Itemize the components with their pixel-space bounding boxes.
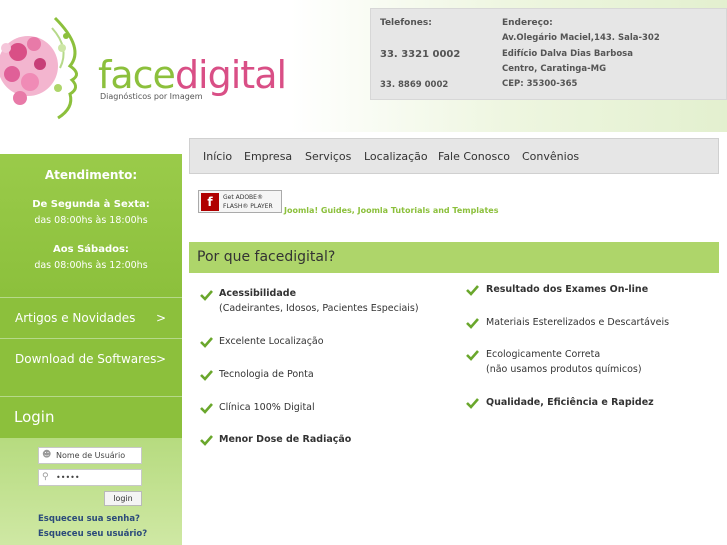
sidebar-item-label: Artigos e Novidades	[15, 311, 136, 325]
top-navigation: Início Empresa Serviços Localização Fale…	[189, 138, 719, 174]
feature-sterilized-materials: Materiais Esterelizados e Descartáveis	[486, 317, 670, 328]
check-icon	[200, 370, 213, 381]
username-input[interactable]: ☻ Nome de Usuário	[38, 447, 142, 464]
main-content: Início Empresa Serviços Localização Fale…	[182, 132, 727, 545]
feature-quality: Qualidade, Eficiência e Rapidez	[486, 397, 654, 408]
feature-technology: Tecnologia de Ponta	[219, 369, 314, 380]
chevron-right-icon: >	[155, 311, 166, 325]
phone-1: 33. 3321 0002	[380, 49, 461, 60]
joomla-link[interactable]: Joomla! Guides, Joomla Tutorials and Tem…	[284, 206, 498, 215]
user-icon: ☻	[42, 450, 52, 460]
login-title: Login	[0, 396, 182, 438]
chevron-right-icon: >	[155, 352, 166, 366]
address-line-2: Edifício Dalva Dias Barbosa	[502, 49, 633, 59]
phone-2: 33. 8869 0002	[380, 80, 449, 90]
forgot-username-link[interactable]: Esqueceu seu usuário?	[38, 529, 147, 539]
username-placeholder: Nome de Usuário	[56, 451, 126, 460]
contact-box: Telefones: 33. 3321 0002 33. 8869 0002 E…	[370, 8, 727, 100]
check-icon	[200, 290, 213, 301]
flash-icon: f	[201, 193, 219, 211]
check-icon	[466, 318, 479, 329]
check-icon	[466, 398, 479, 409]
get-flash-player-button[interactable]: f Get ADOBE® FLASH® PLAYER	[198, 190, 282, 213]
feature-accessibility: Acessibilidade	[219, 288, 297, 299]
feature-eco-friendly-detail: (não usamos produtos químicos)	[486, 364, 642, 375]
key-icon: ⚲	[42, 472, 49, 482]
nav-item-convenios[interactable]: Convênios	[522, 139, 579, 175]
login-form: ☻ Nome de Usuário ⚲ ••••• login Esqueceu…	[0, 438, 182, 545]
sidebar-item-label: Download de Softwares	[15, 352, 157, 366]
forgot-password-link[interactable]: Esqueceu sua senha?	[38, 514, 140, 524]
address-line-4: CEP: 35300-365	[502, 79, 578, 89]
password-value: •••••	[56, 473, 80, 482]
sidebar: Atendimento: De Segunda à Sexta: das 08:…	[0, 154, 182, 545]
why-title: Por que facedigital?	[197, 249, 336, 265]
feature-online-results: Resultado dos Exames On-line	[486, 284, 649, 295]
flash-line-2: FLASH® PLAYER	[223, 203, 273, 210]
password-input[interactable]: ⚲ •••••	[38, 469, 142, 486]
why-section-header: Por que facedigital?	[189, 242, 719, 273]
nav-item-fale-conosco[interactable]: Fale Conosco	[438, 139, 510, 175]
feature-low-radiation: Menor Dose de Radiação	[219, 434, 352, 445]
brand-face: face	[98, 53, 176, 97]
saturday-label: Aos Sábados:	[53, 244, 129, 255]
feature-location: Excelente Localização	[219, 336, 324, 347]
login-button[interactable]: login	[104, 491, 142, 506]
check-icon	[466, 285, 479, 296]
flash-line-1: Get ADOBE®	[223, 194, 263, 201]
address-label: Endereço:	[502, 18, 553, 28]
feature-digital-clinic: Clínica 100% Digital	[219, 402, 315, 413]
saturday-hours: das 08:00hs às 12:00hs	[34, 260, 148, 271]
check-icon	[200, 435, 213, 446]
feature-accessibility-detail: (Cadeirantes, Idosos, Pacientes Especiai…	[219, 303, 419, 314]
phones-label: Telefones:	[380, 18, 432, 28]
brand-logo[interactable]: facedigital	[98, 53, 287, 97]
check-icon	[200, 337, 213, 348]
sidebar-item-downloads[interactable]: Download de Softwares >	[0, 338, 182, 378]
nav-item-localizacao[interactable]: Localização	[364, 139, 428, 175]
check-icon	[200, 403, 213, 414]
brand-digital: digital	[174, 53, 287, 97]
tagline: Diagnósticos por Imagem	[100, 92, 203, 101]
nav-item-servicos[interactable]: Serviços	[305, 139, 351, 175]
address-line-1: Av.Olegário Maciel,143. Sala-302	[502, 33, 660, 43]
address-line-3: Centro, Caratinga-MG	[502, 64, 607, 74]
header: facedigital Diagnósticos por Imagem Tele…	[0, 0, 727, 132]
weekday-hours: das 08:00hs às 18:00hs	[34, 215, 148, 226]
attend-title: Atendimento:	[44, 168, 138, 182]
check-icon	[466, 350, 479, 361]
sidebar-item-articles[interactable]: Artigos e Novidades >	[0, 297, 182, 337]
weekday-label: De Segunda à Sexta:	[32, 199, 150, 210]
nav-item-inicio[interactable]: Início	[203, 139, 232, 175]
opening-hours: Atendimento: De Segunda à Sexta: das 08:…	[0, 154, 182, 296]
feature-eco-friendly: Ecologicamente Correta	[486, 349, 601, 360]
nav-item-empresa[interactable]: Empresa	[244, 139, 292, 175]
flower-face-logo-icon	[0, 16, 78, 120]
